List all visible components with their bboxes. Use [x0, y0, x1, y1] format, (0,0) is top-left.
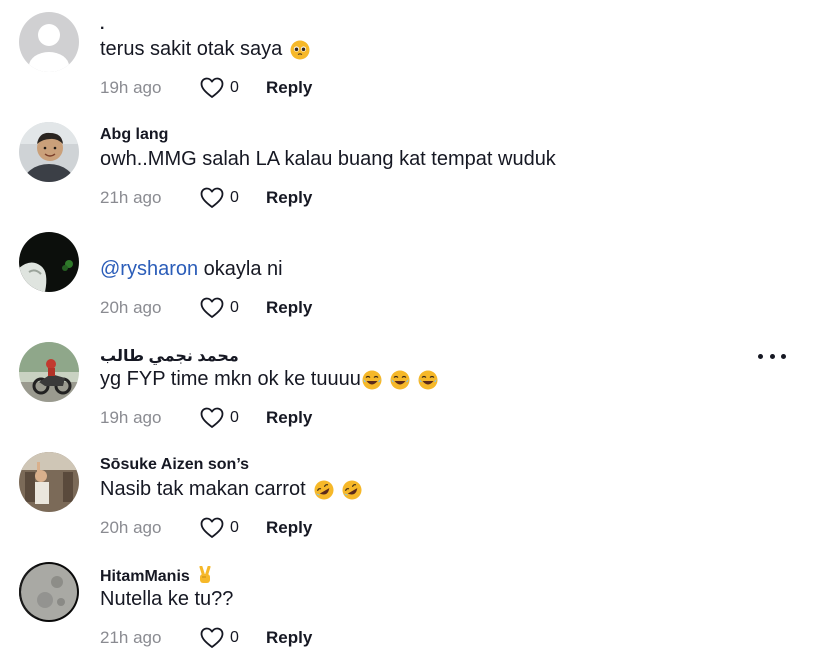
comment-item: . terus sakit otak saya 19h ago 0 Reply — [0, 12, 822, 112]
like-button[interactable]: 0 — [200, 187, 266, 209]
reply-button[interactable]: Reply — [266, 518, 312, 538]
comment-text: Nutella ke tu?? — [100, 588, 233, 611]
comment-text-body: Nasib tak makan carrot — [100, 478, 306, 500]
comment-timestamp: 19h ago — [100, 78, 162, 97]
comment-text: Nasib tak makan carrot — [100, 478, 362, 501]
moon-photo-icon — [19, 562, 79, 622]
comment-meta: 20h ago 0 Reply — [100, 516, 312, 540]
more-options-button[interactable] — [758, 346, 786, 366]
laughing-face-emoji-icon — [418, 370, 438, 389]
comment-username[interactable]: Abg lang — [100, 126, 168, 144]
user-photo-icon — [19, 342, 79, 402]
comment-text: yg FYP time mkn ok ke tuuuu — [100, 368, 438, 391]
comment-text-body: yg FYP time mkn ok ke tuuuu — [100, 368, 361, 390]
heart-outline-icon — [200, 407, 224, 428]
like-button[interactable]: 0 — [200, 77, 266, 99]
three-dots-icon — [758, 353, 763, 359]
comment-username[interactable]: Sōsuke Aizen son’s — [100, 456, 249, 474]
rofl-face-emoji-icon — [342, 480, 362, 499]
victory-hand-emoji-icon — [199, 565, 211, 583]
comment-meta: 21h ago 0 Reply — [100, 186, 312, 210]
three-dots-icon — [781, 353, 786, 359]
avatar[interactable] — [19, 452, 79, 512]
comment-meta: 19h ago 0 Reply — [100, 406, 312, 430]
comment-item: @rysharon okayla ni 20h ago 0 Reply — [0, 232, 822, 332]
comment-text-body: terus sakit otak saya — [100, 38, 283, 60]
reply-button[interactable]: Reply — [266, 188, 312, 208]
comment-item: HitamManis Nutella ke tu?? 21h ago 0 Rep… — [0, 562, 822, 662]
heart-outline-icon — [200, 517, 224, 538]
reply-button[interactable]: Reply — [266, 78, 312, 98]
comment-text-body: okayla ni — [198, 258, 283, 280]
like-button[interactable]: 0 — [200, 407, 266, 429]
default-avatar-icon — [19, 12, 79, 72]
comment-meta: 20h ago 0 Reply — [100, 296, 312, 320]
comment-text-body: Nutella ke tu?? — [100, 588, 234, 610]
three-dots-icon — [769, 353, 775, 359]
heart-outline-icon — [200, 297, 224, 318]
pleading-face-emoji-icon — [290, 40, 310, 59]
reply-button[interactable]: Reply — [266, 628, 312, 648]
like-count: 0 — [230, 299, 239, 316]
like-button[interactable]: 0 — [200, 517, 266, 539]
heart-outline-icon — [200, 627, 224, 648]
like-count: 0 — [230, 189, 239, 206]
heart-outline-icon — [200, 77, 224, 98]
user-photo-icon — [19, 452, 79, 512]
comment-timestamp: 21h ago — [100, 188, 162, 207]
like-button[interactable]: 0 — [200, 627, 266, 649]
like-count: 0 — [230, 409, 239, 426]
avatar[interactable] — [19, 562, 79, 622]
reply-button[interactable]: Reply — [266, 298, 312, 318]
avatar[interactable] — [19, 122, 79, 182]
like-count: 0 — [230, 519, 239, 536]
comment-username[interactable]: HitamManis — [100, 565, 214, 586]
comment-meta: 21h ago 0 Reply — [100, 626, 312, 650]
avatar[interactable] — [19, 12, 79, 72]
heart-outline-icon — [200, 187, 224, 208]
rofl-face-emoji-icon — [314, 480, 334, 499]
comment-timestamp: 20h ago — [100, 518, 162, 537]
comment-username[interactable]: . — [100, 16, 104, 34]
avatar[interactable] — [19, 342, 79, 402]
comment-timestamp: 19h ago — [100, 408, 162, 427]
comment-meta: 19h ago 0 Reply — [100, 76, 312, 100]
comment-username[interactable]: محمد نجمي طالب — [100, 346, 239, 366]
laughing-face-emoji-icon — [362, 370, 382, 389]
comment-timestamp: 21h ago — [100, 628, 162, 647]
comment-list: . terus sakit otak saya 19h ago 0 Reply — [0, 0, 822, 662]
comment-username-text: HitamManis — [100, 568, 190, 585]
comment-text: owh..MMG salah LA kalau buang kat tempat… — [100, 148, 556, 171]
like-count: 0 — [230, 629, 239, 646]
comment-text: terus sakit otak saya — [100, 38, 310, 61]
like-count: 0 — [230, 79, 239, 96]
comment-text: @rysharon okayla ni — [100, 258, 283, 281]
comment-text-body: owh..MMG salah LA kalau buang kat tempat… — [100, 148, 556, 170]
comment-item: Abg lang owh..MMG salah LA kalau buang k… — [0, 122, 822, 222]
reply-button[interactable]: Reply — [266, 408, 312, 428]
comment-timestamp: 20h ago — [100, 298, 162, 317]
comment-item: محمد نجمي طالب yg FYP time mkn ok ke tuu… — [0, 342, 822, 442]
comment-item: Sōsuke Aizen son’s Nasib tak makan carro… — [0, 452, 822, 552]
like-button[interactable]: 0 — [200, 297, 266, 319]
laughing-face-emoji-icon — [390, 370, 410, 389]
user-photo-icon — [19, 232, 79, 292]
user-photo-icon — [19, 122, 79, 182]
avatar[interactable] — [19, 232, 79, 292]
mention-link[interactable]: @rysharon — [100, 258, 198, 281]
